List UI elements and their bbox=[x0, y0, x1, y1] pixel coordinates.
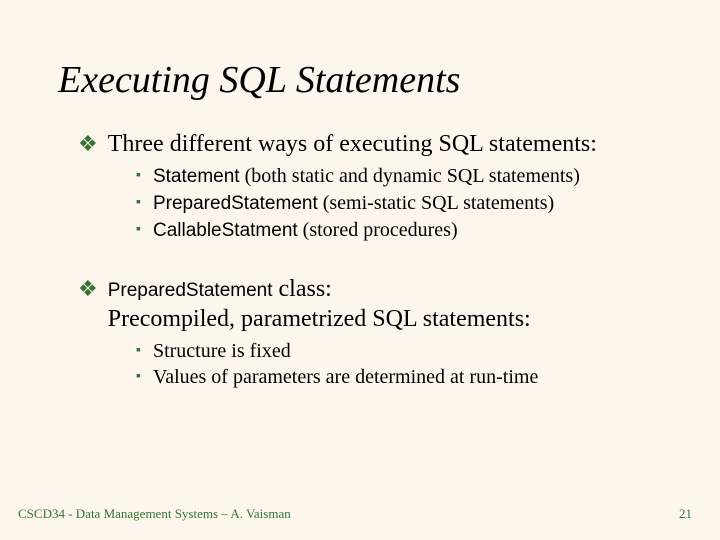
bullet-2: ❖ PreparedStatement class:Precompiled, p… bbox=[78, 275, 680, 333]
sub-item: ▪ PreparedStatement (semi-static SQL sta… bbox=[136, 191, 680, 216]
slide: Executing SQL Statements ❖ Three differe… bbox=[0, 0, 720, 540]
sub-item-text: Structure is fixed bbox=[153, 339, 291, 363]
sub-item-text: Statement (both static and dynamic SQL s… bbox=[153, 164, 580, 189]
sub-item: ▪ CallableStatment (stored procedures) bbox=[136, 218, 680, 243]
sub-item-text: CallableStatment (stored procedures) bbox=[153, 218, 458, 243]
sub-item: ▪ Values of parameters are determined at… bbox=[136, 365, 680, 389]
square-bullet-icon: ▪ bbox=[136, 164, 141, 188]
diamond-bullet-icon: ❖ bbox=[78, 130, 98, 158]
sub-item-text: Values of parameters are determined at r… bbox=[153, 365, 538, 389]
sub-item-text: PreparedStatement (semi-static SQL state… bbox=[153, 191, 554, 216]
footer-page-number: 21 bbox=[679, 506, 692, 522]
square-bullet-icon: ▪ bbox=[136, 365, 141, 389]
bullet-1-text: Three different ways of executing SQL st… bbox=[108, 130, 597, 158]
bullet-1: ❖ Three different ways of executing SQL … bbox=[78, 130, 680, 158]
spacer bbox=[78, 245, 680, 275]
bullet-2-text: PreparedStatement class:Precompiled, par… bbox=[108, 275, 531, 333]
slide-title: Executing SQL Statements bbox=[58, 58, 460, 102]
square-bullet-icon: ▪ bbox=[136, 191, 141, 215]
slide-body: ❖ Three different ways of executing SQL … bbox=[78, 130, 680, 391]
square-bullet-icon: ▪ bbox=[136, 218, 141, 242]
bullet-1-sub: ▪ Statement (both static and dynamic SQL… bbox=[136, 164, 680, 243]
square-bullet-icon: ▪ bbox=[136, 339, 141, 363]
bullet-2-sub: ▪ Structure is fixed ▪ Values of paramet… bbox=[136, 339, 680, 389]
sub-item: ▪ Statement (both static and dynamic SQL… bbox=[136, 164, 680, 189]
diamond-bullet-icon: ❖ bbox=[78, 275, 98, 303]
footer-course: CSCD34 - Data Management Systems – A. Va… bbox=[18, 506, 291, 522]
sub-item: ▪ Structure is fixed bbox=[136, 339, 680, 363]
